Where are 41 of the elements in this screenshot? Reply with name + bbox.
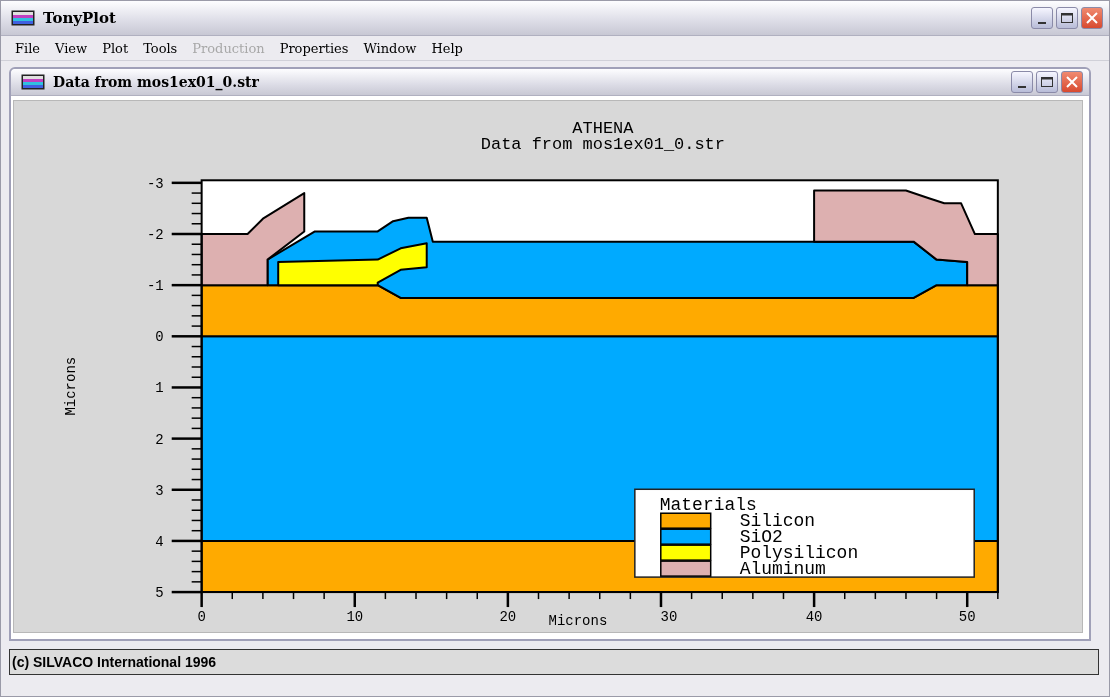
x-tick-label: 30	[660, 609, 678, 625]
close-button[interactable]	[1061, 71, 1083, 93]
menu-item[interactable]: Plot	[96, 40, 138, 56]
y-tick-label: 5	[155, 585, 164, 602]
y-tick-label: -3	[146, 175, 164, 192]
minimize-button[interactable]	[1011, 71, 1033, 93]
window-title: TonyPlot	[43, 9, 117, 27]
minimize-button[interactable]	[1031, 7, 1053, 29]
maximize-button[interactable]	[1056, 7, 1078, 29]
y-tick-label: 4	[155, 533, 164, 550]
y-axis-label: Microns	[62, 356, 79, 416]
y-tick-label: 2	[155, 431, 164, 448]
menu-item[interactable]: Window	[357, 40, 426, 56]
close-icon	[1086, 12, 1098, 24]
app-icon	[11, 10, 35, 26]
menu-item[interactable]: Properties	[273, 40, 358, 56]
menu-item[interactable]: Help	[425, 40, 472, 56]
document-title: Data from mos1ex01_0.str	[53, 74, 260, 90]
status-bar: (c) SILVACO International 1996	[9, 649, 1099, 675]
maximize-button[interactable]	[1036, 71, 1058, 93]
y-tick-label: 1	[155, 380, 164, 397]
close-button[interactable]	[1081, 7, 1103, 29]
x-tick-label: 50	[958, 609, 976, 625]
x-tick-label: 0	[197, 609, 206, 625]
y-tick-label: 3	[155, 482, 164, 499]
maximize-icon	[1041, 77, 1053, 87]
y-tick-label: -2	[146, 227, 164, 243]
menu-item[interactable]: Tools	[137, 40, 187, 56]
x-tick-label: 20	[499, 609, 517, 625]
menu-item[interactable]: File	[9, 40, 50, 56]
minimize-icon	[1018, 86, 1026, 88]
app-icon	[21, 74, 45, 90]
menu-item[interactable]: View	[49, 40, 97, 56]
minimize-icon	[1038, 22, 1046, 24]
x-tick-label: 10	[346, 609, 364, 625]
close-icon	[1066, 76, 1078, 88]
y-tick-label: -1	[146, 278, 164, 295]
y-tick-label: 0	[155, 329, 164, 346]
maximize-icon	[1061, 13, 1073, 23]
x-axis-label: Microns	[548, 613, 608, 629]
x-tick-label: 40	[805, 609, 823, 625]
